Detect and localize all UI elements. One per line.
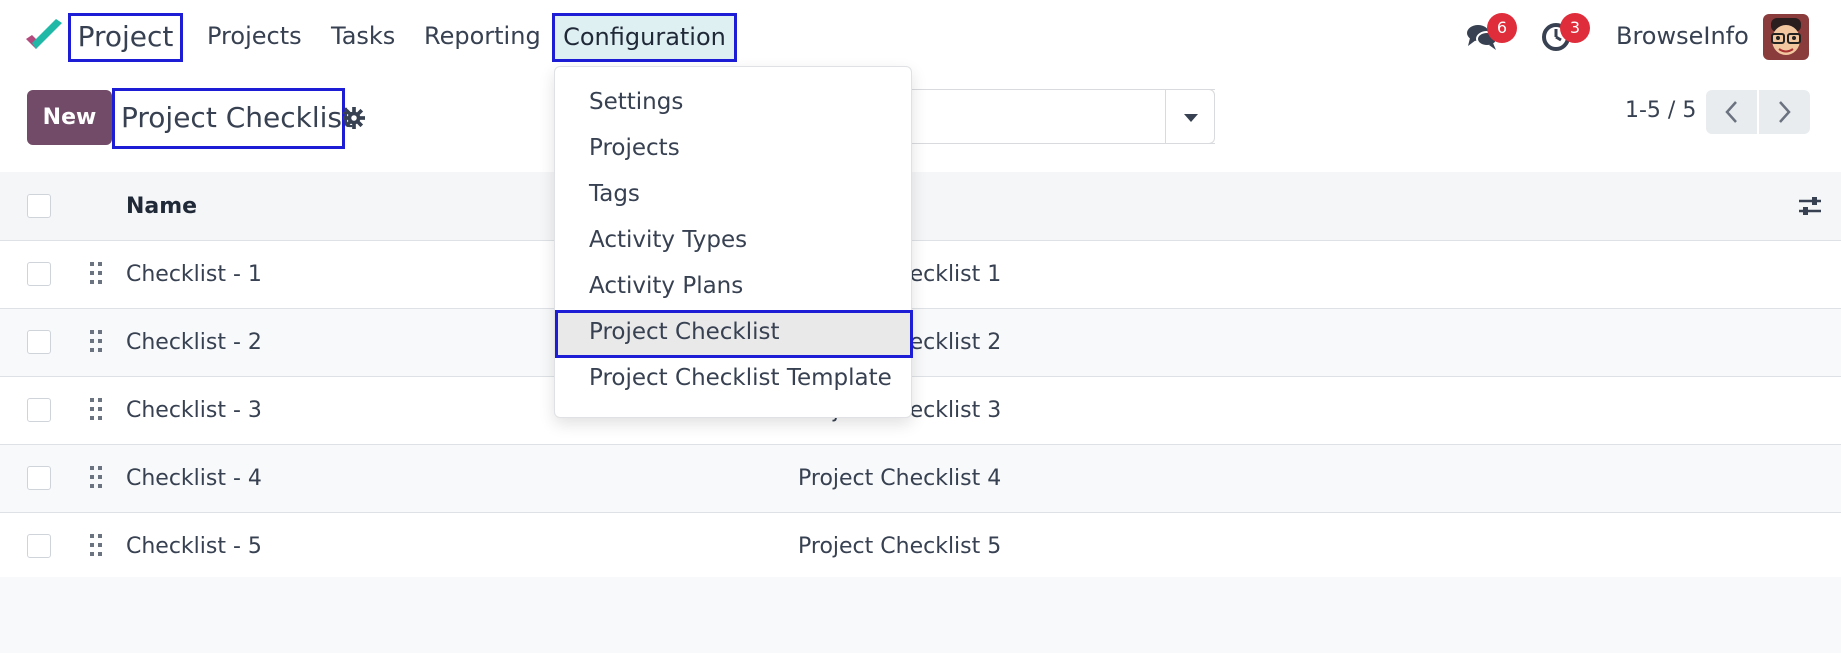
dropdown-item-projects[interactable]: Projects bbox=[589, 135, 680, 161]
search-input[interactable] bbox=[860, 89, 1215, 144]
cell-description: Project Checklist 4 bbox=[798, 466, 1002, 491]
pager-previous-button[interactable] bbox=[1706, 90, 1757, 134]
table-row[interactable]: Checklist - 4 Project Checklist 4 bbox=[0, 445, 1841, 513]
drag-handle-icon[interactable] bbox=[89, 397, 103, 421]
cell-name: Checklist - 1 bbox=[126, 262, 262, 287]
gear-icon[interactable] bbox=[343, 107, 365, 129]
drag-handle-icon[interactable] bbox=[89, 533, 103, 557]
app-name-project[interactable]: Project bbox=[68, 13, 183, 62]
messages-badge: 6 bbox=[1487, 13, 1517, 43]
user-avatar[interactable] bbox=[1763, 14, 1809, 60]
drag-handle-icon[interactable] bbox=[89, 465, 103, 489]
list-empty-area bbox=[0, 577, 1841, 653]
cell-name: Checklist - 5 bbox=[126, 534, 262, 559]
pager-next-button[interactable] bbox=[1759, 90, 1810, 134]
drag-handle-icon[interactable] bbox=[89, 261, 103, 285]
table-row[interactable]: Checklist - 3 Project Checklist 3 bbox=[0, 377, 1841, 445]
project-app-logo-icon[interactable] bbox=[24, 17, 64, 57]
optional-columns-icon[interactable] bbox=[1797, 194, 1823, 218]
new-button[interactable]: New bbox=[27, 90, 112, 145]
caret-down-icon bbox=[1184, 114, 1198, 122]
dropdown-item-activity-plans[interactable]: Activity Plans bbox=[589, 273, 743, 299]
table-row[interactable]: Checklist - 1 Project Checklist 1 bbox=[0, 241, 1841, 309]
pager-value[interactable]: 1-5 / 5 bbox=[1625, 98, 1696, 123]
dropdown-item-project-checklist[interactable]: Project Checklist bbox=[589, 319, 780, 345]
cell-name: Checklist - 2 bbox=[126, 330, 262, 355]
menu-reporting[interactable]: Reporting bbox=[424, 22, 541, 50]
search-options-toggle[interactable] bbox=[1165, 89, 1215, 144]
top-navbar: Project Projects Tasks Reporting Configu… bbox=[0, 0, 1841, 74]
table-row[interactable]: Checklist - 5 Project Checklist 5 bbox=[0, 513, 1841, 581]
menu-configuration[interactable]: Configuration bbox=[552, 13, 737, 62]
cell-description: Project Checklist 5 bbox=[798, 534, 1002, 559]
select-all-checkbox[interactable] bbox=[27, 194, 51, 218]
menu-projects[interactable]: Projects bbox=[207, 22, 302, 50]
configuration-dropdown-menu: Settings Projects Tags Activity Types Ac… bbox=[554, 66, 913, 418]
checklist-list: Name n Checklist - 1 Project Checklist 1… bbox=[0, 172, 1841, 581]
cell-name: Checklist - 4 bbox=[126, 466, 262, 491]
control-panel: New Project Checklist 1-5 / 5 bbox=[0, 74, 1841, 173]
table-row[interactable]: Checklist - 2 Project Checklist 2 bbox=[0, 309, 1841, 377]
dropdown-item-project-checklist-template[interactable]: Project Checklist Template bbox=[589, 365, 892, 391]
dropdown-item-settings[interactable]: Settings bbox=[589, 89, 683, 115]
row-checkbox[interactable] bbox=[27, 262, 51, 286]
activities-badge: 3 bbox=[1560, 13, 1590, 43]
chevron-left-icon bbox=[1725, 101, 1737, 123]
menu-tasks[interactable]: Tasks bbox=[331, 22, 395, 50]
drag-handle-icon[interactable] bbox=[89, 329, 103, 353]
dropdown-item-tags[interactable]: Tags bbox=[589, 181, 640, 207]
user-name[interactable]: BrowseInfo bbox=[1616, 22, 1749, 50]
page-title: Project Checklist bbox=[112, 88, 353, 149]
cell-name: Checklist - 3 bbox=[126, 398, 262, 423]
row-checkbox[interactable] bbox=[27, 398, 51, 422]
chevron-right-icon bbox=[1779, 101, 1791, 123]
list-header: Name n bbox=[0, 172, 1841, 241]
row-checkbox[interactable] bbox=[27, 534, 51, 558]
row-checkbox[interactable] bbox=[27, 466, 51, 490]
row-checkbox[interactable] bbox=[27, 330, 51, 354]
dropdown-item-activity-types[interactable]: Activity Types bbox=[589, 227, 747, 253]
column-header-name[interactable]: Name bbox=[126, 194, 197, 219]
